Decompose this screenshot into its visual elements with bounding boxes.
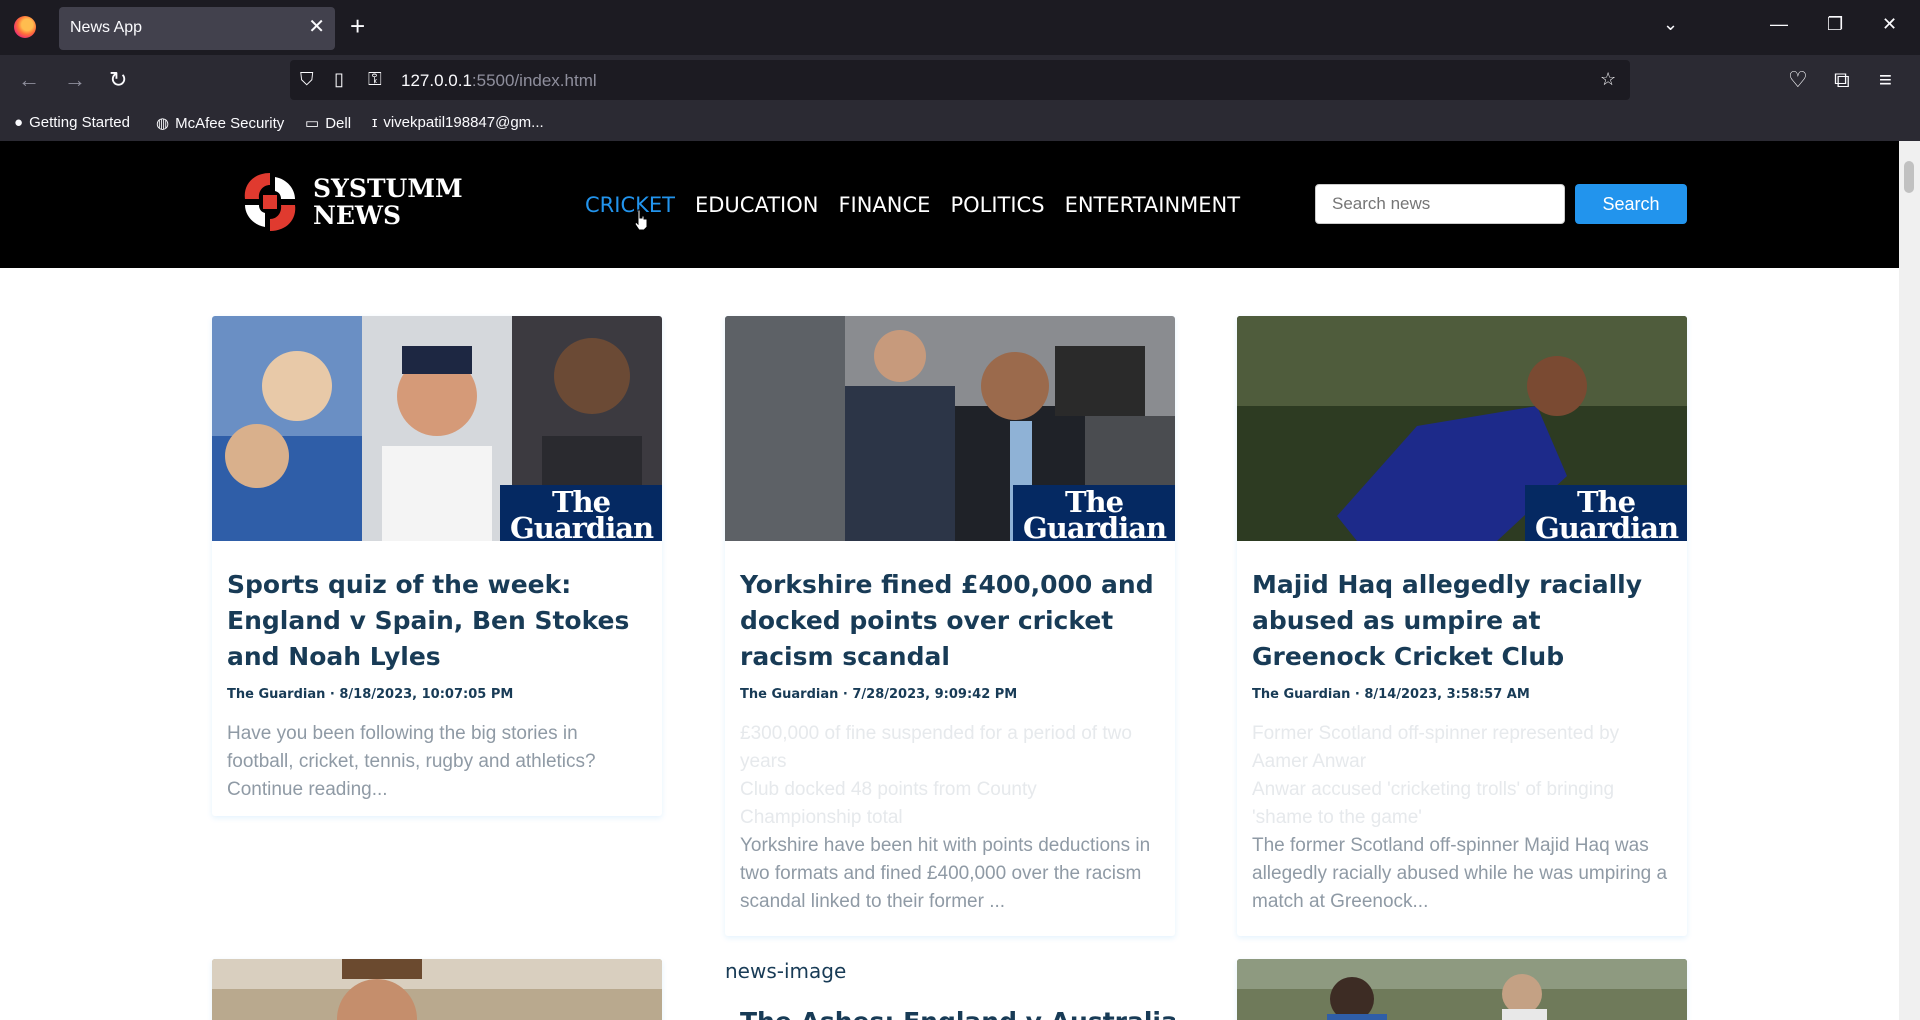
card-meta: The Guardian · 8/14/2023, 3:58:57 AM <box>1252 687 1530 702</box>
page-scrollbar[interactable] <box>1899 141 1920 1020</box>
card-description: Have you been following the big stories … <box>227 723 596 800</box>
hand-cursor-icon <box>634 209 648 231</box>
firefox-icon: ● <box>14 114 24 131</box>
site-logo-text[interactable]: SYSTUMM NEWS <box>313 175 463 229</box>
news-photo <box>1237 959 1687 1020</box>
news-card[interactable]: The Guardian Majid Haq allegedly racially… <box>1237 316 1687 936</box>
card-title[interactable]: Sports quiz of the week: England v Spain… <box>227 567 647 675</box>
news-card[interactable] <box>1237 959 1687 1020</box>
minimize-icon[interactable]: — <box>1770 14 1788 35</box>
systumm-logo-icon[interactable] <box>235 167 305 237</box>
bookmark-email[interactable]: ɪ vivekpatil198847@gm... <box>372 114 544 131</box>
site-header: SYSTUMM NEWS CRICKET EDUCATION FINANCE P… <box>0 141 1899 268</box>
tab-title: News App <box>70 19 143 36</box>
guardian-logo: The Guardian <box>1525 485 1687 541</box>
news-image[interactable]: The Guardian <box>1237 316 1687 541</box>
restore-icon[interactable]: ❐ <box>1827 14 1843 35</box>
back-icon[interactable]: ← <box>18 67 40 93</box>
close-window-icon[interactable]: ✕ <box>1882 14 1897 35</box>
page-icon[interactable]: ▯ <box>334 69 344 90</box>
bookmark-getting-started[interactable]: ● Getting Started <box>14 114 130 131</box>
card-meta: The Guardian · 7/28/2023, 9:09:42 PM <box>740 687 1018 702</box>
bookmark-mcafee[interactable]: ◍ McAfee Security <box>156 114 284 133</box>
nav-finance[interactable]: FINANCE <box>838 193 930 217</box>
site-permissions-icon[interactable]: ⚿ <box>368 69 382 90</box>
card-description: £300,000 of fine suspended for a period … <box>740 723 1151 912</box>
nav-cricket[interactable]: CRICKET <box>585 193 675 217</box>
close-tab-icon[interactable]: ✕ <box>308 16 325 38</box>
card-title[interactable]: Majid Haq allegedly racially abused as u… <box>1252 567 1672 675</box>
menu-icon[interactable]: ≡ <box>1879 67 1892 93</box>
bookmarks-bar: ● Getting Started ◍ McAfee Security ▭ Dell … <box>0 107 1920 141</box>
scrollbar-thumb[interactable] <box>1904 161 1914 193</box>
folder-icon: ▭ <box>305 115 320 132</box>
guardian-logo: The Guardian <box>1013 485 1175 541</box>
firefox-logo-icon[interactable] <box>14 16 36 38</box>
news-image[interactable]: The Guardian <box>212 316 662 541</box>
nav-entertainment[interactable]: ENTERTAINMENT <box>1065 193 1241 217</box>
search-input[interactable] <box>1315 184 1565 224</box>
news-image[interactable]: The Guardian <box>725 316 1175 541</box>
card-title[interactable]: The Ashes: England v Australia <box>740 1007 1175 1020</box>
globe-icon: ◍ <box>156 115 170 132</box>
card-standfirst: Former Scotland off-spinner represented … <box>1252 723 1620 828</box>
guardian-logo: The Guardian <box>500 485 662 541</box>
shield-icon[interactable]: ⛉ <box>300 69 314 90</box>
main-nav: CRICKET EDUCATION FINANCE POLITICS ENTER… <box>585 193 1240 217</box>
bookmark-dell[interactable]: ▭ Dell <box>305 114 351 133</box>
browser-nav-bar: ← → ↻ ⛉ ▯ ⚿ 127.0.0.1:5500/index.html ☆ … <box>0 55 1920 107</box>
bookmark-star-icon[interactable]: ☆ <box>1600 69 1616 90</box>
news-card[interactable]: The Guardian Yorkshire fined £400,000 and… <box>725 316 1175 936</box>
forward-icon[interactable]: → <box>64 67 86 93</box>
broken-image-alt-text: news-image <box>725 959 847 983</box>
card-standfirst: £300,000 of fine suspended for a period … <box>740 723 1132 828</box>
url-text[interactable]: 127.0.0.1:5500/index.html <box>401 71 597 91</box>
extensions-icon[interactable]: ⧉ <box>1834 67 1850 93</box>
news-card[interactable]: The Guardian Sports quiz of the week: Eng… <box>212 316 662 816</box>
nav-politics[interactable]: POLITICS <box>950 193 1044 217</box>
news-card[interactable] <box>212 959 662 1020</box>
site-icon: ɪ <box>372 114 378 131</box>
card-description: Former Scotland off-spinner represented … <box>1252 723 1668 912</box>
page-viewport: SYSTUMM NEWS CRICKET EDUCATION FINANCE P… <box>0 141 1920 1020</box>
reload-icon[interactable]: ↻ <box>109 67 127 93</box>
browser-tab[interactable]: News App ✕ <box>59 7 335 50</box>
list-tabs-chevron-icon[interactable]: ⌄ <box>1663 14 1678 35</box>
nav-education[interactable]: EDUCATION <box>695 193 818 217</box>
url-bar[interactable]: ⛉ ▯ ⚿ 127.0.0.1:5500/index.html ☆ <box>290 60 1630 100</box>
browser-tab-bar: News App ✕ + ⌄ — ❐ ✕ <box>0 0 1920 55</box>
card-title[interactable]: Yorkshire fined £400,000 and docked poin… <box>740 567 1160 675</box>
pocket-icon[interactable]: ♡ <box>1788 67 1808 93</box>
news-photo <box>212 959 662 1020</box>
card-meta: The Guardian · 8/18/2023, 10:07:05 PM <box>227 687 514 702</box>
search-button[interactable]: Search <box>1575 184 1687 224</box>
new-tab-icon[interactable]: + <box>350 12 365 40</box>
